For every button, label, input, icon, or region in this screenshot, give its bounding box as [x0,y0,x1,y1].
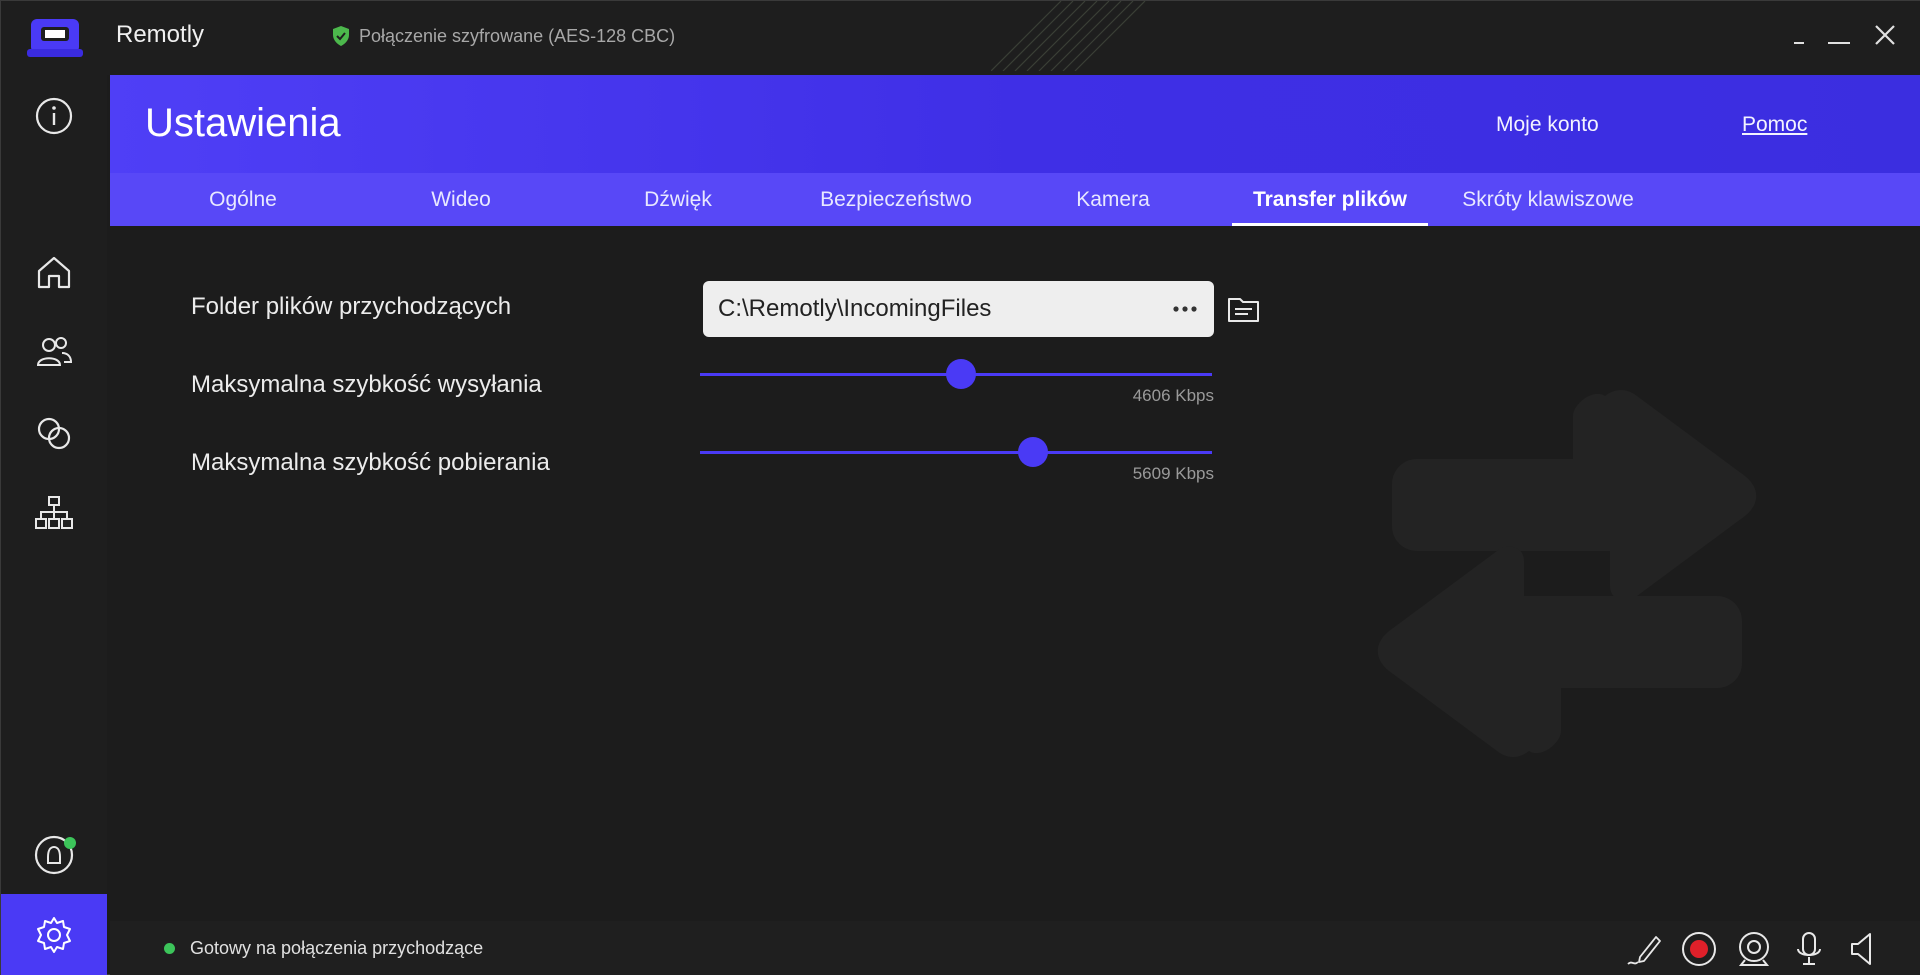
file-transfer-watermark-icon [1377,390,1757,757]
shield-check-icon [333,26,349,46]
microphone-icon [1797,932,1821,965]
help-link[interactable]: Pomoc [1742,113,1807,137]
download-slider-track [700,451,1212,454]
upload-slider-thumb[interactable] [946,359,977,389]
connection-status: Połączenie szyfrowane (AES-128 CBC) [331,25,675,47]
webcam-icon [1738,932,1770,966]
connection-status-text: Połączenie szyfrowane (AES-128 CBC) [359,25,676,46]
home-icon [37,256,71,289]
sessions-icon [37,417,71,450]
incoming-folder-path: C:\Remotly\IncomingFiles [718,295,992,322]
settings-icon [37,917,71,953]
sidebar-item-info[interactable] [1,81,107,151]
online-status-dot [64,837,76,849]
decorative-lines [991,1,1146,71]
speaker-button[interactable] [1841,927,1885,971]
microphone-button[interactable] [1787,927,1831,971]
maximize-icon [1828,42,1850,44]
my-account-link[interactable]: Moje konto [1496,113,1599,137]
tab-security[interactable]: Bezpieczeństwo [798,173,994,226]
status-bar: Gotowy na połączenia przychodzące [110,921,1920,975]
settings-content: Folder plików przychodzących C:\Remotly\… [110,226,1920,921]
sidebar-item-account[interactable] [1,820,107,890]
sidebar [1,75,107,975]
devices-icon [35,496,73,529]
settings-tabs: Ogólne Wideo Dźwięk Bezpieczeństwo Kamer… [110,173,1920,226]
sidebar-item-home[interactable] [1,237,107,307]
speaker-icon [1851,933,1871,965]
upload-speed-label: Maksymalna szybkość wysyłania [191,371,542,398]
record-button[interactable] [1677,927,1721,971]
annotate-button[interactable] [1623,927,1667,971]
download-speed-slider[interactable] [700,437,1212,467]
download-speed-label: Maksymalna szybkość pobierania [191,449,550,476]
pen-icon [1627,936,1661,965]
upload-speed-value: 4606 Kbps [1132,386,1214,405]
tab-keyboard-shortcuts[interactable]: Skróty klawiszowe [1450,173,1646,226]
app-window: Remotly Połączenie szyfrowane (AES-128 C… [0,0,1920,975]
info-icon [35,97,73,135]
sidebar-item-settings[interactable] [1,894,107,975]
sidebar-item-sessions[interactable] [1,398,107,468]
minimize-button[interactable] [1781,17,1817,53]
ready-status-dot [164,943,175,954]
maximize-button[interactable] [1821,17,1857,53]
status-text: Gotowy na połączenia przychodzące [190,938,484,958]
app-title: Remotly [116,21,205,48]
page-title: Ustawienia [145,101,341,145]
download-speed-value: 5609 Kbps [1132,464,1214,483]
minimize-icon [1794,42,1804,44]
close-icon [1875,25,1895,45]
title-bar[interactable]: Remotly Połączenie szyfrowane (AES-128 C… [1,1,1920,75]
download-slider-thumb[interactable] [1017,437,1048,467]
app-logo-icon [27,19,83,57]
sidebar-item-contacts[interactable] [1,317,107,387]
upload-speed-slider[interactable] [700,359,1212,389]
incoming-folder-label: Folder plików przychodzących [191,293,512,320]
tab-file-transfer[interactable]: Transfer plików [1232,173,1428,226]
close-button[interactable] [1867,17,1903,53]
record-icon [1682,932,1716,966]
settings-header: Ustawienia Moje konto Pomoc [110,75,1920,173]
sidebar-item-devices[interactable] [1,478,107,548]
more-icon[interactable] [1171,304,1199,314]
tab-general[interactable]: Ogólne [145,173,341,226]
tab-camera[interactable]: Kamera [1015,173,1211,226]
webcam-button[interactable] [1732,927,1776,971]
incoming-folder-input[interactable]: C:\Remotly\IncomingFiles [703,281,1214,337]
tab-video[interactable]: Wideo [363,173,559,226]
contacts-icon [36,337,73,366]
browse-folder-icon[interactable] [1226,291,1262,327]
tab-audio[interactable]: Dźwięk [580,173,776,226]
